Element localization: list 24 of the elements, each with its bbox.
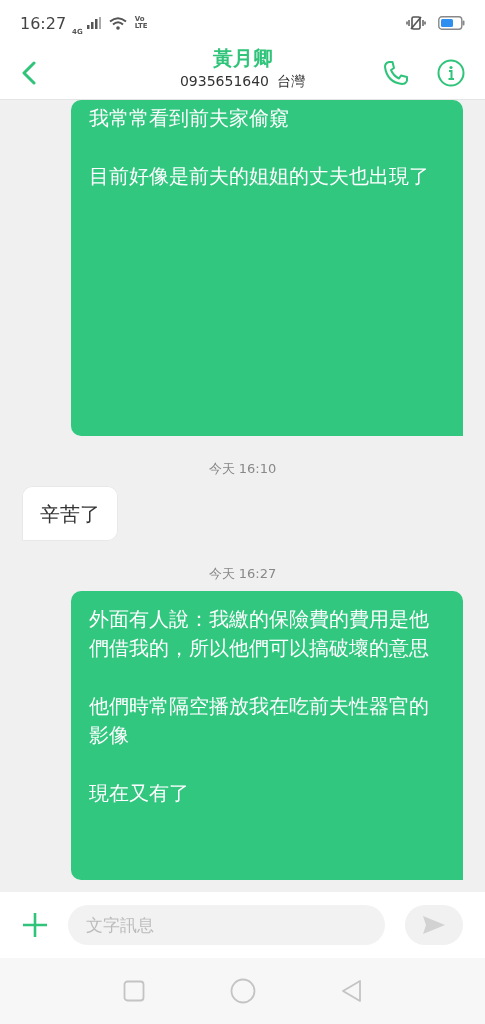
home-icon[interactable] xyxy=(229,978,256,1004)
battery-icon xyxy=(438,16,465,30)
message-timestamp: 今天 16:27 xyxy=(208,565,277,583)
message-paragraph: 外面有人說：我繳的保險費的費用是他們借我的，所以他們可以搞破壞的意思 xyxy=(89,606,430,662)
recent-apps-icon[interactable] xyxy=(122,980,145,1002)
contact-name: 黃月卿 xyxy=(212,45,273,72)
message-paragraph: 現在又有了 xyxy=(89,780,190,807)
received-message-bubble: 辛苦了 xyxy=(22,486,118,541)
send-button[interactable] xyxy=(405,905,463,945)
message-paragraph: 我常常看到前夫家偷窺 xyxy=(89,105,290,132)
wifi-icon xyxy=(108,16,127,30)
add-icon[interactable] xyxy=(22,912,48,938)
vibrate-off-icon xyxy=(406,16,426,30)
message-timestamp: 今天 16:10 xyxy=(208,460,277,478)
contact-region: 台灣 xyxy=(277,72,306,90)
info-icon[interactable] xyxy=(437,58,465,87)
clock-time: 16:27 xyxy=(20,13,67,33)
message-paragraph: 目前好像是前夫的姐姐的丈夫也出現了 xyxy=(89,163,430,190)
send-icon xyxy=(422,915,446,935)
signal-icon xyxy=(86,17,101,29)
message-paragraph: 他們時常隔空播放我在吃前夫性器官的影像 xyxy=(89,693,430,749)
phone-number: 0935651640 xyxy=(179,72,270,90)
phone-icon[interactable] xyxy=(383,59,409,86)
back-icon[interactable] xyxy=(340,979,363,1003)
